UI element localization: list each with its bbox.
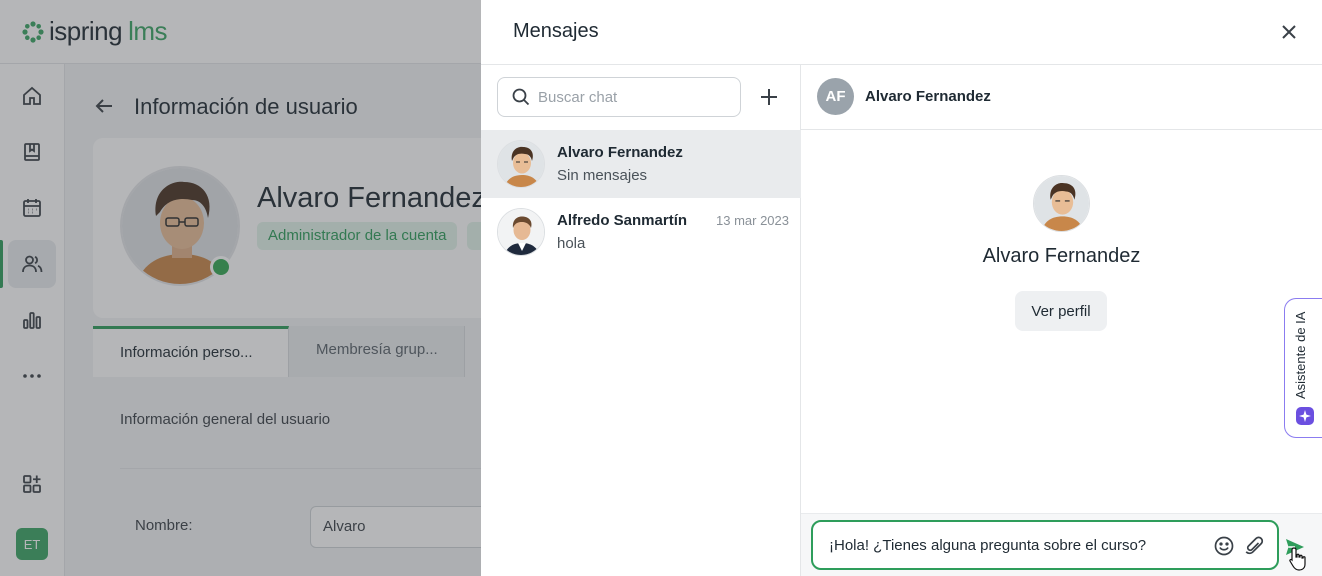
conversation: AF Alvaro Fernandez Alvaro Fernandez Ver… — [801, 65, 1322, 576]
message-input[interactable] — [829, 522, 1199, 568]
messages-header: Mensajes — [481, 0, 1322, 65]
messages-title: Mensajes — [513, 20, 599, 42]
search-icon — [512, 88, 530, 106]
chat-preview: Sin mensajes — [557, 167, 648, 184]
paperclip-icon — [1245, 536, 1264, 555]
chat-name: Alvaro Fernandez — [557, 144, 683, 161]
plus-icon — [761, 89, 777, 105]
view-profile-button[interactable]: Ver perfil — [1015, 291, 1107, 331]
conversation-header: AF Alvaro Fernandez — [801, 65, 1322, 130]
chat-date: 13 mar 2023 — [716, 213, 789, 228]
ai-assistant-label: Asistente de IA — [1293, 311, 1308, 399]
new-chat-button[interactable] — [757, 85, 781, 109]
ai-assistant-tab[interactable]: Asistente de IA — [1284, 298, 1322, 438]
hand-cursor-icon — [1289, 547, 1306, 571]
close-icon — [1282, 25, 1296, 39]
attach-button[interactable] — [1243, 535, 1265, 557]
chat-list: Alvaro Fernandez Sin mensajes Alfredo Sa… — [481, 65, 801, 576]
search-input[interactable] — [538, 78, 734, 116]
close-button[interactable] — [1277, 20, 1301, 44]
chat-name: Alfredo Sanmartín — [557, 212, 688, 229]
emoji-button[interactable] — [1213, 535, 1235, 557]
chat-preview: hola — [557, 235, 586, 252]
chat-search — [497, 77, 741, 117]
chat-item-alvaro[interactable]: Alvaro Fernandez Sin mensajes — [481, 130, 801, 198]
contact-avatar[interactable]: AF — [817, 78, 854, 115]
chat-avatar — [497, 208, 545, 256]
chat-avatar — [497, 140, 545, 188]
ai-sparkle-icon — [1296, 407, 1314, 425]
message-composer — [811, 520, 1279, 570]
chat-item-alfredo[interactable]: Alfredo Sanmartín hola 13 mar 2023 — [481, 198, 801, 266]
contact-full-name: Alvaro Fernandez — [982, 245, 1141, 267]
emoji-icon — [1214, 536, 1234, 556]
messages-panel: Mensajes Alvaro Fernandez Sin — [481, 0, 1322, 576]
contact-photo — [1033, 175, 1090, 232]
contact-name[interactable]: Alvaro Fernandez — [865, 88, 991, 105]
modal-overlay[interactable] — [0, 0, 481, 576]
